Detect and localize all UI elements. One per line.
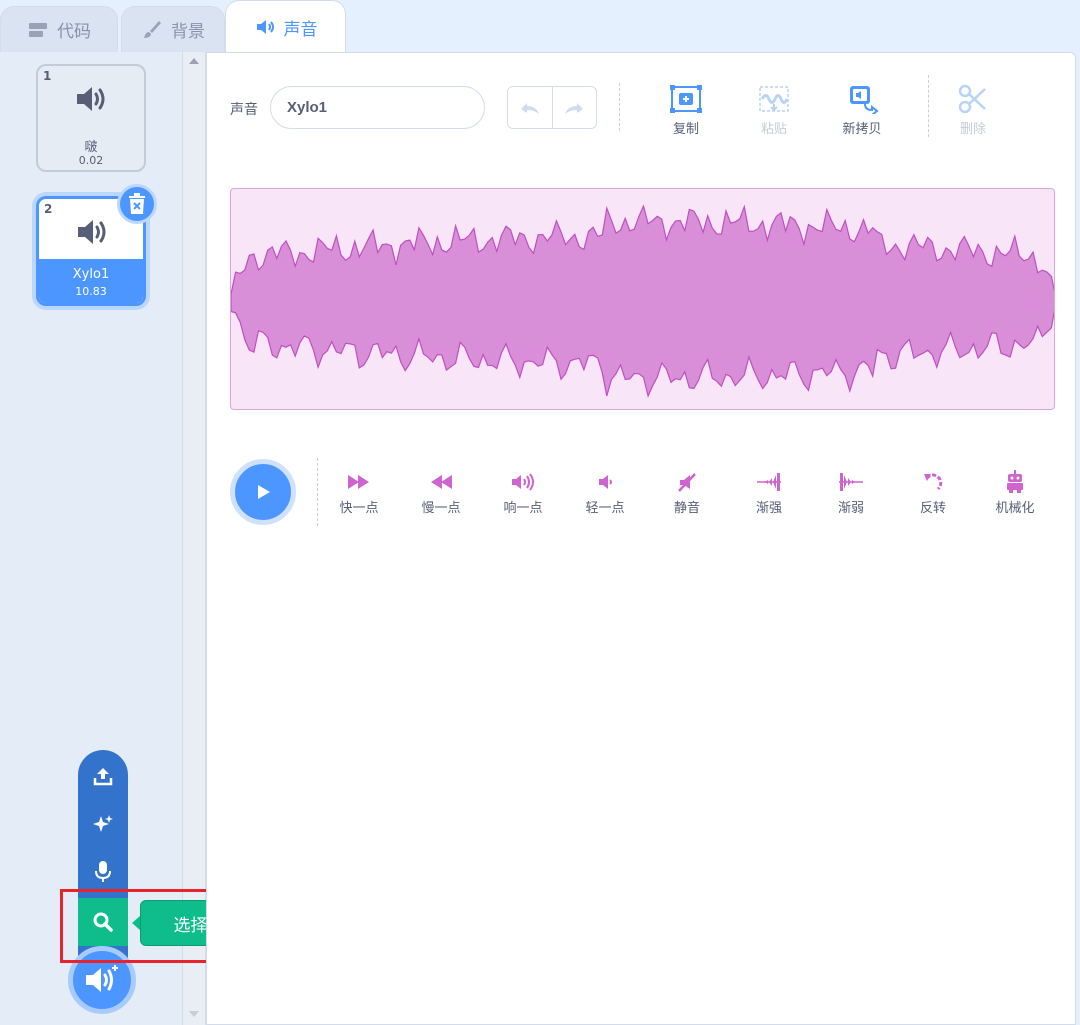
microphone-icon bbox=[95, 861, 111, 882]
sound-item-duration: 10.83 bbox=[75, 285, 107, 298]
sound-name-label: 声音 bbox=[230, 102, 258, 118]
reverse-icon bbox=[924, 473, 943, 491]
sound-name-input[interactable] bbox=[270, 86, 485, 129]
effect-label: 慢一点 bbox=[421, 501, 461, 516]
effect-louder-button[interactable]: 响一点 bbox=[491, 471, 555, 516]
effect-reverse-button[interactable]: 反转 bbox=[901, 471, 965, 516]
sound-item-number: 1 bbox=[43, 69, 52, 83]
speaker-icon bbox=[78, 220, 106, 244]
sparkle-icon bbox=[93, 815, 113, 832]
louder-icon bbox=[512, 473, 534, 491]
upload-sound-button[interactable] bbox=[78, 752, 128, 800]
add-sound-icon bbox=[86, 965, 118, 992]
effect-fade-out-button[interactable]: 渐弱 bbox=[819, 471, 883, 516]
sound-item-name: 啵 bbox=[84, 140, 98, 155]
effect-robot-button[interactable]: 机械化 bbox=[983, 470, 1047, 516]
softer-icon bbox=[599, 475, 612, 489]
delete-sound-button[interactable] bbox=[117, 184, 157, 224]
effect-label: 反转 bbox=[919, 501, 946, 516]
effect-label: 快一点 bbox=[339, 501, 379, 516]
sound-item-number: 2 bbox=[44, 202, 53, 216]
tab-bar: 代码 背景 声音 bbox=[0, 0, 1080, 53]
effects-divider bbox=[317, 458, 318, 526]
surprise-button[interactable] bbox=[78, 800, 128, 848]
fade-out-icon bbox=[839, 473, 863, 491]
redo-icon bbox=[565, 102, 584, 114]
delete-button[interactable]: 删除 bbox=[943, 83, 1003, 137]
mute-icon bbox=[678, 473, 696, 492]
upload-icon bbox=[93, 768, 113, 786]
waveform-panel[interactable] bbox=[230, 188, 1055, 410]
scroll-down-arrow-icon[interactable] bbox=[189, 1011, 199, 1017]
copy-to-new-label: 新拷贝 bbox=[842, 122, 882, 137]
effect-faster-button[interactable]: 快一点 bbox=[327, 471, 391, 516]
brush-icon bbox=[144, 20, 161, 38]
sound-icon bbox=[256, 20, 274, 34]
fade-in-icon bbox=[757, 473, 781, 491]
play-icon bbox=[258, 485, 270, 499]
delete-label: 删除 bbox=[959, 122, 986, 137]
copy-button[interactable]: 复制 bbox=[656, 83, 716, 137]
tab-code[interactable]: 代码 bbox=[0, 6, 118, 52]
tab-backdrops[interactable]: 背景 bbox=[121, 6, 225, 52]
effect-label: 轻一点 bbox=[585, 501, 625, 516]
tab-code-label: 代码 bbox=[57, 22, 91, 42]
paste-icon bbox=[759, 86, 789, 112]
scissors-icon bbox=[958, 84, 986, 114]
paste-button[interactable]: 粘贴 bbox=[744, 83, 804, 137]
faster-icon bbox=[348, 475, 369, 489]
scroll-up-arrow-icon[interactable] bbox=[189, 58, 199, 64]
waveform bbox=[231, 204, 1054, 398]
sound-list-scrollbar[interactable] bbox=[183, 52, 206, 1025]
effect-label: 静音 bbox=[673, 501, 700, 516]
sound-item-1[interactable]: 1 啵 0.02 bbox=[36, 64, 146, 172]
copy-icon bbox=[670, 85, 702, 113]
waveform-shape bbox=[231, 204, 1054, 398]
trash-icon bbox=[129, 193, 145, 214]
play-button[interactable] bbox=[230, 459, 296, 525]
speaker-icon bbox=[77, 87, 105, 111]
undo-button[interactable] bbox=[508, 87, 552, 128]
robot-icon bbox=[1007, 470, 1023, 493]
effect-label: 机械化 bbox=[995, 501, 1035, 516]
copy-to-new-icon bbox=[850, 86, 879, 114]
sound-item-name: Xylo1 bbox=[72, 267, 110, 282]
tab-backdrops-label: 背景 bbox=[171, 22, 205, 42]
sound-editor: 声音 复制 粘贴 新拷贝 删除 bbox=[206, 52, 1076, 1025]
effect-mute-button[interactable]: 静音 bbox=[655, 471, 719, 516]
paste-label: 粘贴 bbox=[760, 122, 787, 137]
toolbar-divider bbox=[619, 83, 620, 131]
redo-button[interactable] bbox=[551, 87, 596, 128]
effect-label: 渐强 bbox=[755, 501, 782, 516]
code-blocks-icon bbox=[29, 22, 47, 37]
effect-fade-in-button[interactable]: 渐强 bbox=[737, 471, 801, 516]
copy-label: 复制 bbox=[672, 122, 699, 137]
effect-slower-button[interactable]: 慢一点 bbox=[409, 471, 473, 516]
effect-softer-button[interactable]: 轻一点 bbox=[573, 471, 637, 516]
undo-icon bbox=[520, 102, 539, 114]
effect-label: 响一点 bbox=[503, 501, 543, 516]
undo-redo-group bbox=[507, 86, 597, 129]
slower-icon bbox=[431, 475, 452, 489]
tab-sounds[interactable]: 声音 bbox=[225, 0, 346, 53]
sound-item-duration: 0.02 bbox=[78, 154, 104, 167]
tab-sounds-label: 声音 bbox=[283, 19, 318, 40]
copy-to-new-button[interactable]: 新拷贝 bbox=[832, 83, 892, 137]
effect-label: 渐弱 bbox=[837, 501, 864, 516]
toolbar-divider bbox=[928, 75, 929, 137]
